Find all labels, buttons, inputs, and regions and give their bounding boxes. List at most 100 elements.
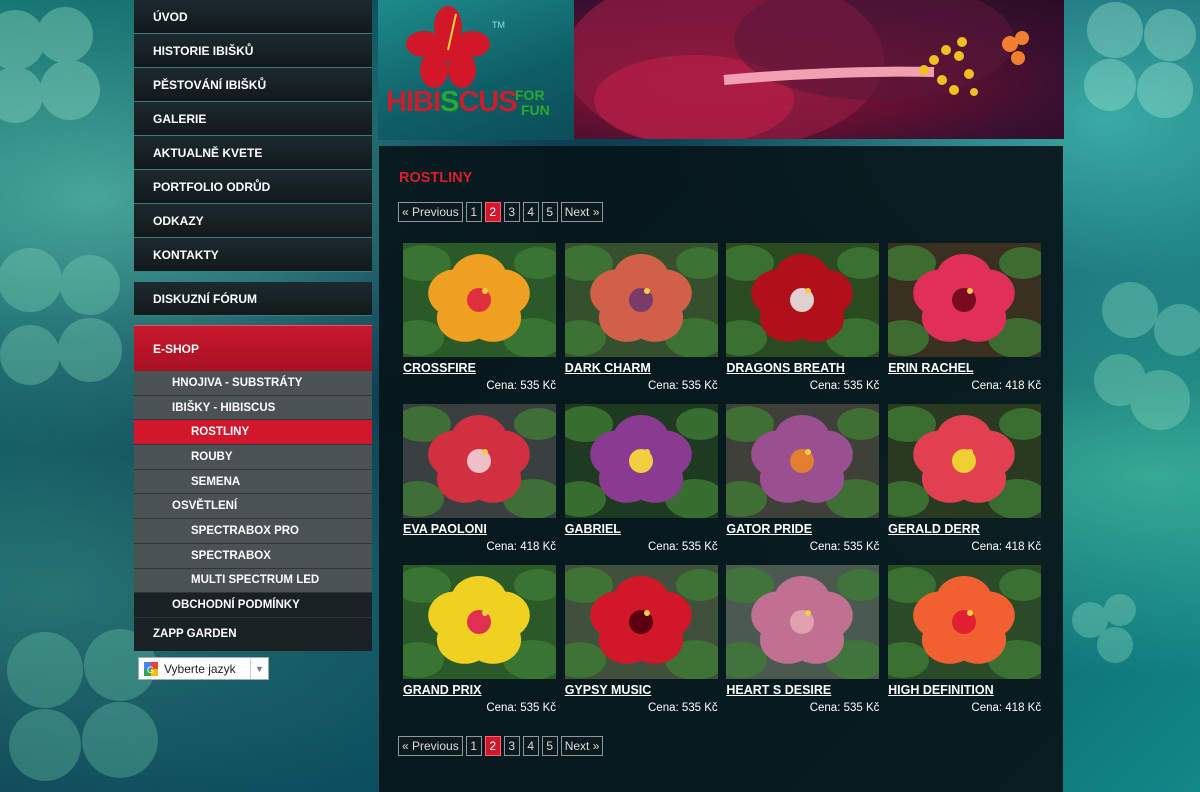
product-name-link[interactable]: ERIN RACHEL (888, 361, 1041, 375)
nav-item-aktualne-kvete[interactable]: AKTUALNĚ KVETE (134, 136, 372, 170)
product-image[interactable] (403, 565, 556, 679)
logo-text-part: S (440, 86, 459, 118)
product-image[interactable] (726, 565, 880, 679)
nav-item-odkazy[interactable]: ODKAZY (134, 204, 372, 238)
product-image[interactable] (726, 243, 880, 357)
submenu-item-rouby[interactable]: ROUBY (134, 445, 372, 470)
product-price: Cena: 535 Kč (809, 702, 880, 714)
background-flower-decoration (0, 240, 130, 420)
product-name-link[interactable]: EVA PAOLONI (403, 522, 556, 536)
product-price: Cena: 535 Kč (486, 702, 556, 714)
pagination-page-1[interactable]: 1 (465, 736, 482, 756)
submenu-item-spectrabox[interactable]: SPECTRABOX (134, 543, 372, 569)
eshop-submenu: HNOJIVA - SUBSTRÁTY IBIŠKY - HIBISCUS ROST… (134, 371, 372, 618)
pagination-previous[interactable]: « Previous (398, 736, 463, 756)
product-card: GABRIEL Cena: 535 Kč (564, 404, 718, 553)
product-image[interactable] (403, 404, 556, 518)
nav-item-eshop[interactable]: E-SHOP (134, 325, 372, 371)
submenu-item-multi-spectrum-led[interactable]: MULTI SPECTRUM LED (134, 568, 372, 594)
pagination-bottom: « Previous 1 2 3 4 5 Next » (398, 736, 604, 756)
site-logo[interactable]: TM HIBISCUS FOR FUN (378, 0, 574, 140)
pagination-page-4[interactable]: 4 (522, 736, 539, 756)
product-card: CROSSFIRE Cena: 535 Kč (403, 243, 556, 392)
product-name-link[interactable]: GRAND PRIX (403, 683, 556, 697)
product-image[interactable] (888, 565, 1042, 679)
product-card: GYPSY MUSIC Cena: 535 Kč (564, 565, 718, 714)
logo-trademark: TM (492, 20, 505, 30)
product-image[interactable] (564, 243, 718, 357)
product-image[interactable] (564, 565, 718, 679)
logo-tagline: FOR FUN (515, 88, 550, 118)
background-flower-decoration (1080, 0, 1200, 120)
pagination-page-4[interactable]: 4 (522, 202, 539, 222)
nav-item-kontakty[interactable]: KONTAKTY (134, 238, 372, 272)
product-price: Cena: 418 Kč (971, 380, 1042, 392)
nav-item-portfolio[interactable]: PORTFOLIO ODRŮD (134, 170, 372, 204)
submenu-item-hnojiva-substr-ty[interactable]: HNOJIVA - SUBSTRÁTY (134, 371, 372, 396)
product-name-link[interactable]: HEART S DESIRE (726, 683, 879, 697)
pagination-previous[interactable]: « Previous (398, 202, 463, 222)
nav-item-forum[interactable]: DISKUZNÍ FÓRUM (134, 282, 372, 316)
pagination-page-5[interactable]: 5 (541, 736, 558, 756)
logo-text-part: CUS (458, 86, 517, 118)
nav-item-galerie[interactable]: GALERIE (134, 102, 372, 136)
product-image[interactable] (888, 404, 1042, 518)
product-card: GERALD DERR Cena: 418 Kč (888, 404, 1042, 553)
logo-tagline-fun: FUN (521, 102, 550, 118)
pagination-next[interactable]: Next » (560, 202, 604, 222)
pagination-page-3[interactable]: 3 (503, 202, 520, 222)
product-image[interactable] (726, 404, 880, 518)
background-flower-decoration (1060, 590, 1200, 790)
submenu-item-osv-tlen-[interactable]: OSVĚTLENÍ (134, 494, 372, 520)
product-card: EVA PAOLONI Cena: 418 Kč (403, 404, 556, 553)
product-price: Cena: 535 Kč (648, 702, 718, 714)
pagination-page-5[interactable]: 5 (541, 202, 558, 222)
product-name-link[interactable]: DARK CHARM (565, 361, 718, 375)
logo-tagline-for: FOR (515, 87, 545, 103)
product-price: Cena: 535 Kč (648, 541, 718, 553)
pagination-page-2[interactable]: 2 (484, 736, 501, 756)
product-image[interactable] (403, 243, 556, 357)
google-translate-icon: G (144, 661, 158, 676)
pagination-page-2[interactable]: 2 (484, 202, 501, 222)
product-name-link[interactable]: GATOR PRIDE (726, 522, 879, 536)
product-card: DRAGONS BREATH Cena: 535 Kč (726, 243, 880, 392)
submenu-item-ibi-ky-hibiscus[interactable]: IBIŠKY - HIBISCUS (134, 395, 372, 421)
header-banner-image (574, 0, 1064, 139)
product-name-link[interactable]: GYPSY MUSIC (565, 683, 718, 697)
nav-item-pestovani[interactable]: PĚSTOVÁNÍ IBIŠKŮ (134, 68, 372, 102)
product-card: ERIN RACHEL Cena: 418 Kč (888, 243, 1042, 392)
nav-item-uvod[interactable]: ÚVOD (134, 0, 372, 34)
background-flower-decoration (1090, 270, 1200, 470)
pagination-top: « Previous 1 2 3 4 5 Next » (398, 202, 604, 222)
language-selector[interactable]: G Vyberte jazyk ▼ (138, 657, 269, 680)
submenu-item-semena[interactable]: SEMENA (134, 469, 372, 495)
submenu-item-spectrabox-pro[interactable]: SPECTRABOX PRO (134, 519, 372, 544)
product-image[interactable] (564, 404, 718, 518)
product-card: HEART S DESIRE Cena: 535 Kč (726, 565, 880, 714)
main-content: ROSTLINY « Previous 1 2 3 4 5 Next » CROSSFIRE… (379, 146, 1063, 792)
product-image[interactable] (888, 243, 1042, 357)
submenu-item-obchodn-podm-nky[interactable]: OBCHODNÍ PODMÍNKY (134, 593, 372, 618)
background-flower-decoration (0, 0, 110, 150)
product-price: Cena: 535 Kč (648, 380, 718, 392)
page-title: ROSTLINY (399, 170, 473, 186)
pagination-page-1[interactable]: 1 (465, 202, 482, 222)
hibiscus-flower-logo-icon (406, 6, 490, 88)
product-card: HIGH DEFINITION Cena: 418 Kč (888, 565, 1042, 714)
submenu-item-rostliny[interactable]: ROSTLINY (134, 420, 372, 446)
pagination-next[interactable]: Next » (560, 736, 604, 756)
logo-wordmark: HIBISCUS (386, 86, 518, 119)
pagination-page-3[interactable]: 3 (503, 736, 520, 756)
product-name-link[interactable]: DRAGONS BREATH (726, 361, 879, 375)
product-name-link[interactable]: HIGH DEFINITION (888, 683, 1041, 697)
product-name-link[interactable]: GABRIEL (565, 522, 718, 536)
product-name-link[interactable]: CROSSFIRE (403, 361, 556, 375)
nav-item-zapp-garden[interactable]: ZAPP GARDEN (134, 617, 372, 651)
product-price: Cena: 418 Kč (971, 541, 1042, 553)
product-card: GATOR PRIDE Cena: 535 Kč (726, 404, 880, 553)
language-selector-label: Vyberte jazyk (164, 661, 236, 676)
product-name-link[interactable]: GERALD DERR (888, 522, 1041, 536)
nav-item-historie[interactable]: HISTORIE IBIŠKŮ (134, 34, 372, 68)
